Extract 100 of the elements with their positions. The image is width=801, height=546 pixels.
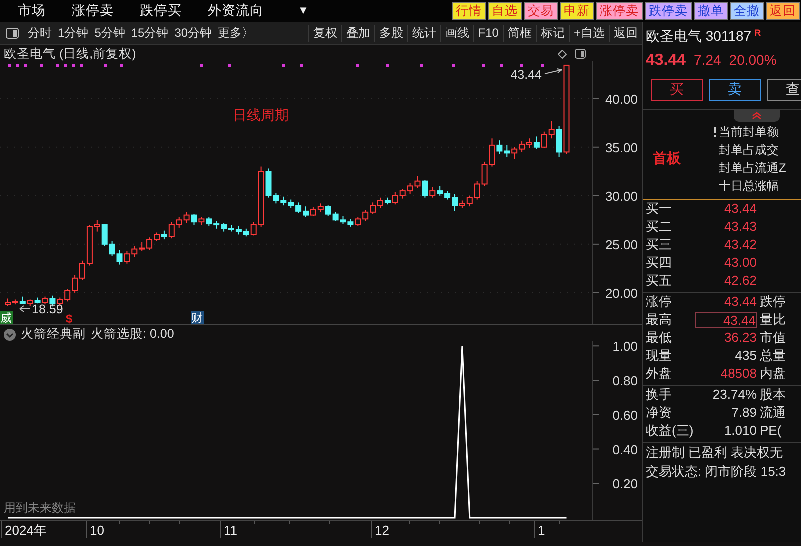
last-price: 43.44 bbox=[646, 52, 686, 70]
stat-label: 现量 bbox=[645, 347, 673, 365]
toolbar-button[interactable]: +自选 bbox=[568, 24, 609, 42]
collapse-tab[interactable] bbox=[734, 110, 780, 122]
toolbar-button[interactable]: 简框 bbox=[502, 24, 536, 42]
time-axis-label: 1 bbox=[538, 523, 546, 538]
candlestick bbox=[422, 180, 428, 198]
quick-button[interactable]: 跌停卖 bbox=[645, 2, 692, 20]
quick-button[interactable]: 撤单 bbox=[694, 2, 728, 20]
axis-label: 0.60 bbox=[612, 408, 638, 423]
menu-item[interactable]: 涨停卖 bbox=[72, 2, 124, 20]
trade-status: 交易状态: 闭市阶段 15:3 bbox=[645, 463, 788, 481]
event-tag[interactable]: $ bbox=[66, 312, 73, 324]
toolbar-button[interactable]: 叠加 bbox=[341, 24, 374, 42]
toolbar-button[interactable]: 多股 bbox=[374, 24, 408, 42]
limit-metric-label: 封单占流通Z bbox=[719, 160, 786, 176]
bid-price: 42.62 bbox=[723, 272, 757, 290]
warning-note: 用到未来数据 bbox=[4, 500, 76, 517]
axis-label: 0.80 bbox=[612, 374, 638, 389]
indicator-reading: 火箭选股: 0.00 bbox=[91, 326, 174, 343]
arrow-icon bbox=[20, 306, 30, 312]
axis-label: 35.00 bbox=[605, 140, 638, 156]
low-price-label: 18.59 bbox=[32, 302, 64, 316]
stat-label: 股本 bbox=[759, 386, 787, 404]
bid-label: 买一 bbox=[645, 200, 673, 218]
chart-title: 欧圣电气 (日线,前复权) bbox=[4, 46, 136, 63]
candlestick bbox=[534, 136, 540, 150]
quick-button[interactable]: 全撤 bbox=[730, 2, 764, 20]
candlestick bbox=[556, 126, 562, 158]
time-axis-label: 12 bbox=[375, 523, 390, 538]
panel-toggle-icon[interactable] bbox=[6, 28, 19, 38]
stat-value: 43.44 bbox=[723, 293, 757, 311]
axis-label: 0.40 bbox=[612, 442, 638, 458]
axis-label: 1.00 bbox=[612, 341, 638, 354]
bid-label: 买二 bbox=[645, 218, 673, 236]
period-tab[interactable]: 15分钟 bbox=[128, 24, 172, 42]
bid-price: 43.00 bbox=[723, 254, 757, 272]
stat-label: 换手 bbox=[645, 386, 673, 404]
trade-button[interactable]: 查 bbox=[767, 79, 801, 101]
bid-label: 买五 bbox=[645, 272, 673, 290]
bid-label: 买三 bbox=[645, 236, 673, 254]
limit-tag: 首板 bbox=[643, 150, 713, 168]
menu-item[interactable]: 外资流向 bbox=[208, 2, 274, 20]
candlestick bbox=[191, 214, 198, 226]
pin-icon bbox=[713, 127, 717, 137]
event-tag[interactable]: 威 bbox=[0, 311, 13, 324]
bid-label: 买四 bbox=[645, 254, 673, 272]
price-change: 7.24 bbox=[694, 52, 722, 68]
quick-button[interactable]: 自选 bbox=[488, 2, 522, 20]
period-tab[interactable]: 5分钟 bbox=[92, 24, 128, 42]
bid-price: 43.43 bbox=[723, 218, 757, 236]
stat-value: 435 bbox=[734, 347, 757, 365]
quick-button[interactable]: 行情 bbox=[452, 2, 486, 20]
stat-label: 外盘 bbox=[645, 365, 673, 383]
axis-label: 0.20 bbox=[612, 476, 638, 492]
period-tab[interactable]: 分时 bbox=[25, 24, 55, 42]
stat-label: 流通 bbox=[759, 404, 787, 422]
stat-value: 1.010 bbox=[723, 422, 757, 440]
stat-label: 总量 bbox=[759, 347, 787, 365]
toolbar-button[interactable]: 统计 bbox=[407, 24, 440, 42]
stat-label: 市值 bbox=[759, 329, 787, 347]
menu-item[interactable]: 跌停买 bbox=[140, 2, 192, 20]
stat-label: 跌停 bbox=[759, 293, 787, 311]
market-label: R bbox=[754, 28, 762, 38]
collapse-icon[interactable] bbox=[4, 328, 16, 340]
bid-price: 43.44 bbox=[723, 200, 757, 218]
stat-value: 23.74% bbox=[712, 386, 757, 404]
stat-label: 涨停 bbox=[645, 293, 673, 311]
toolbar-button[interactable]: 画线 bbox=[440, 24, 474, 42]
stat-label: 最低 bbox=[645, 329, 673, 347]
stat-value: 7.89 bbox=[730, 404, 757, 422]
stat-label: 净资 bbox=[645, 404, 673, 422]
limit-metric-label: 当前封单额 bbox=[719, 124, 779, 140]
quick-button[interactable]: 申新 bbox=[560, 2, 594, 20]
trade-button[interactable]: 买 bbox=[651, 79, 703, 101]
toolbar-button[interactable]: 标记 bbox=[536, 24, 569, 42]
toolbar-button[interactable]: 复权 bbox=[308, 24, 342, 42]
trade-button[interactable]: 卖 bbox=[709, 79, 761, 101]
candlestick bbox=[430, 186, 436, 198]
time-axis-label: 10 bbox=[90, 523, 104, 538]
axis-label: 25.00 bbox=[605, 237, 638, 252]
toolbar-button[interactable]: F10 bbox=[473, 24, 503, 42]
chevron-up-icon bbox=[752, 112, 762, 120]
period-tab[interactable]: 30分钟 bbox=[172, 24, 216, 42]
axis-label: 30.00 bbox=[605, 188, 638, 204]
stat-label: 量比 bbox=[759, 311, 787, 329]
dropdown-arrow[interactable]: ▼ bbox=[298, 5, 309, 17]
period-tab[interactable]: 更多〉 bbox=[215, 24, 258, 42]
period-tab[interactable]: 1分钟 bbox=[55, 24, 92, 42]
limit-metric-label: 封单占成交 bbox=[719, 142, 779, 158]
event-tag[interactable]: 财 bbox=[191, 311, 204, 324]
time-axis-label: 2024年 bbox=[5, 523, 47, 538]
stat-label: PE( bbox=[759, 422, 783, 440]
time-axis-label: 11 bbox=[224, 523, 238, 538]
stock-name: 欧圣电气 301187 bbox=[646, 28, 752, 46]
menu-item[interactable]: 市场 bbox=[18, 2, 56, 20]
diamond-icon[interactable] bbox=[558, 50, 567, 58]
layout-icon[interactable] bbox=[575, 49, 586, 59]
stat-value: 48508 bbox=[720, 365, 757, 383]
stock-tags: 注册制 已盈利 表决权无 bbox=[643, 443, 801, 462]
